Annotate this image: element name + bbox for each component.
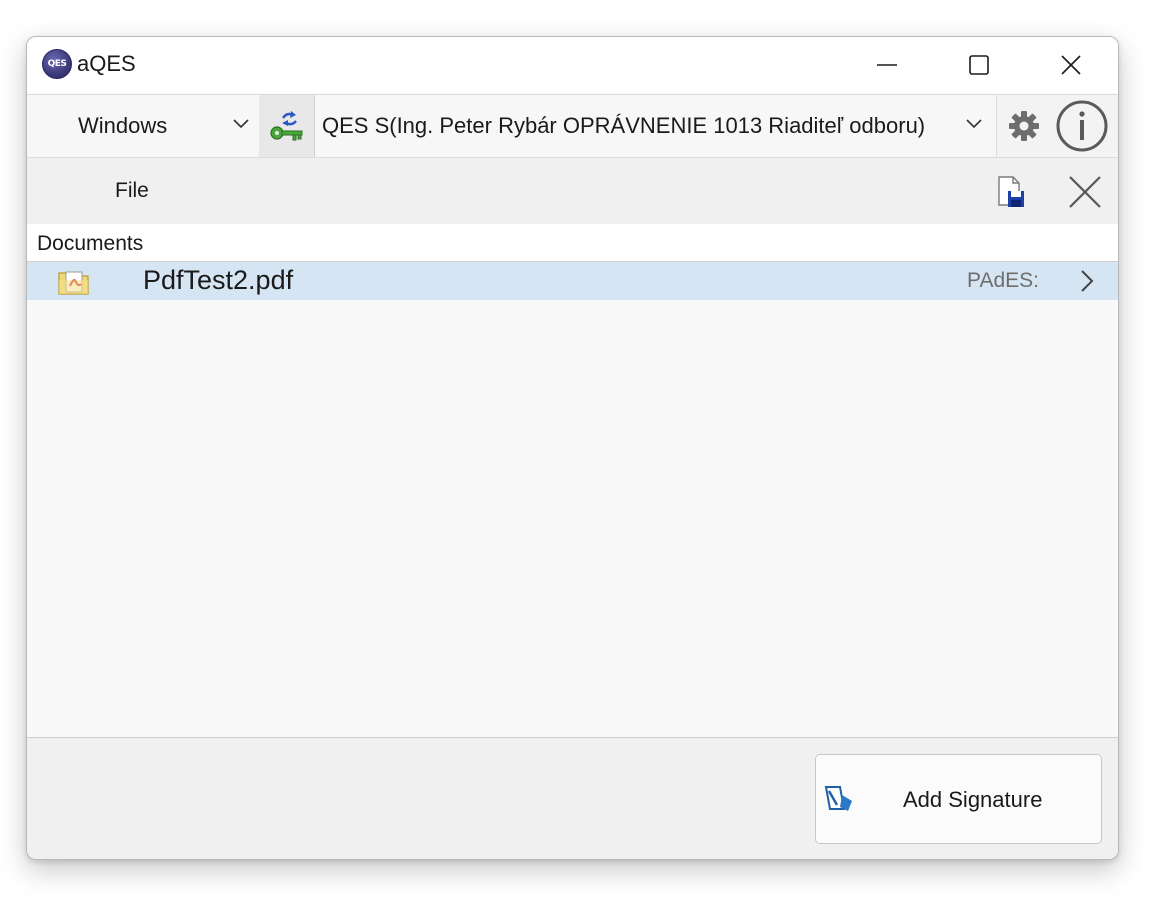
signature-icon bbox=[824, 786, 852, 811]
app-window: QES aQES Windows QES S(Ing. Peter Rybár … bbox=[26, 36, 1119, 860]
toolbar: Windows QES S(Ing. Peter Rybár OPRÁVNENI… bbox=[27, 94, 1118, 158]
title-bar[interactable]: QES aQES bbox=[27, 37, 1118, 93]
store-select-value: Windows bbox=[78, 113, 168, 138]
add-signature-label: Add Signature bbox=[903, 787, 1043, 812]
close-window-button[interactable] bbox=[1025, 37, 1117, 93]
certificate-select-value: QES S(Ing. Peter Rybár OPRÁVNENIE 1013 R… bbox=[322, 113, 926, 138]
maximize-icon bbox=[969, 55, 989, 75]
chevron-right-icon[interactable] bbox=[1079, 269, 1095, 293]
add-signature-button[interactable]: Add Signature bbox=[815, 754, 1102, 844]
minimize-button[interactable] bbox=[841, 37, 933, 93]
close-icon bbox=[1069, 176, 1101, 208]
info-icon bbox=[1056, 100, 1108, 152]
window-title: aQES bbox=[77, 51, 136, 76]
documents-header-label: Documents bbox=[37, 232, 144, 255]
info-button[interactable] bbox=[1055, 99, 1109, 153]
close-file-button[interactable] bbox=[1063, 170, 1107, 214]
store-select[interactable]: Windows bbox=[27, 95, 260, 157]
certificate-button[interactable] bbox=[259, 95, 315, 157]
certificate-select[interactable]: QES S(Ing. Peter Rybár OPRÁVNENIE 1013 R… bbox=[315, 95, 997, 157]
list-item[interactable]: PdfTest2.pdf PAdES: bbox=[27, 262, 1118, 300]
save-document-icon bbox=[998, 176, 1024, 207]
document-name: PdfTest2.pdf bbox=[143, 265, 294, 295]
maximize-button[interactable] bbox=[933, 37, 1025, 93]
gear-icon bbox=[1009, 111, 1039, 141]
settings-button[interactable] bbox=[997, 95, 1051, 157]
chevron-down-icon bbox=[966, 119, 982, 129]
save-document-button[interactable] bbox=[989, 172, 1033, 212]
file-bar: File bbox=[27, 158, 1118, 224]
file-label: File bbox=[115, 179, 149, 202]
footer-bar: Add Signature bbox=[27, 737, 1118, 859]
certificate-key-icon bbox=[269, 111, 302, 141]
signature-type-label: PAdES: bbox=[967, 269, 1039, 292]
documents-header: Documents bbox=[27, 224, 1118, 262]
documents-list-area bbox=[27, 300, 1118, 737]
pdf-folder-icon bbox=[58, 271, 89, 295]
close-icon bbox=[1061, 55, 1081, 75]
minimize-icon bbox=[877, 64, 897, 66]
app-logo-icon: QES bbox=[42, 49, 72, 79]
chevron-down-icon bbox=[233, 119, 249, 129]
